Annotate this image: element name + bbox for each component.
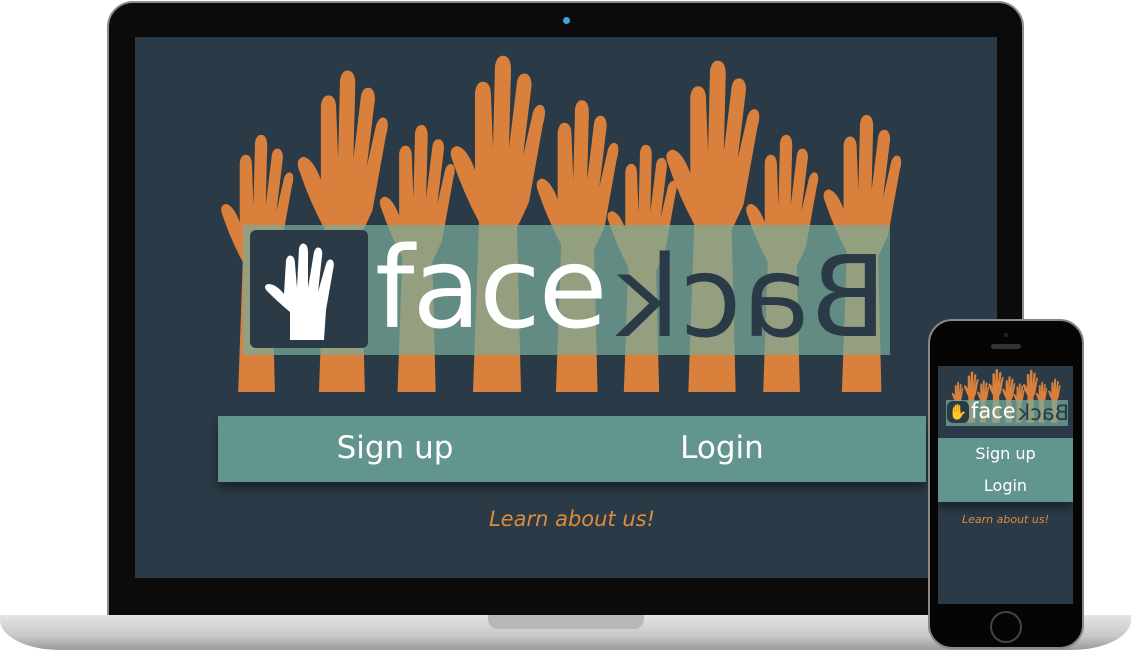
logo-text-back: Back (615, 233, 887, 363)
logo-hand-icon (250, 230, 368, 348)
logo-text-face-mobile: face (971, 399, 1016, 423)
laptop-notch (488, 615, 644, 629)
phone-camera (1004, 333, 1008, 337)
auth-button-bar-mobile: Sign up Login (938, 438, 1073, 502)
laptop-screen: face Back Sign up Login Learn about us! (135, 37, 997, 578)
laptop-camera (563, 17, 570, 24)
logo-text-face: face (375, 224, 608, 354)
auth-button-bar: Sign up Login (218, 416, 926, 482)
logo-text-back-wrap: Back (615, 233, 887, 363)
logo-hand-icon-mobile: ✋ (947, 401, 969, 423)
learn-about-us-link-mobile[interactable]: Learn about us! (938, 513, 1073, 526)
login-button[interactable]: Login (572, 430, 872, 466)
logo-text-back-mobile-wrap: Back (1018, 401, 1069, 425)
phone-screen: ✋ face Back Sign up Login Learn about us… (938, 366, 1073, 604)
learn-about-us-link[interactable]: Learn about us! (435, 507, 709, 531)
signup-button-mobile[interactable]: Sign up (938, 444, 1073, 463)
login-button-mobile[interactable]: Login (938, 476, 1073, 495)
phone-speaker (991, 344, 1021, 349)
logo-text-back-mobile: Back (1018, 401, 1069, 425)
signup-button[interactable]: Sign up (218, 430, 572, 466)
phone-home-button[interactable] (990, 611, 1022, 643)
